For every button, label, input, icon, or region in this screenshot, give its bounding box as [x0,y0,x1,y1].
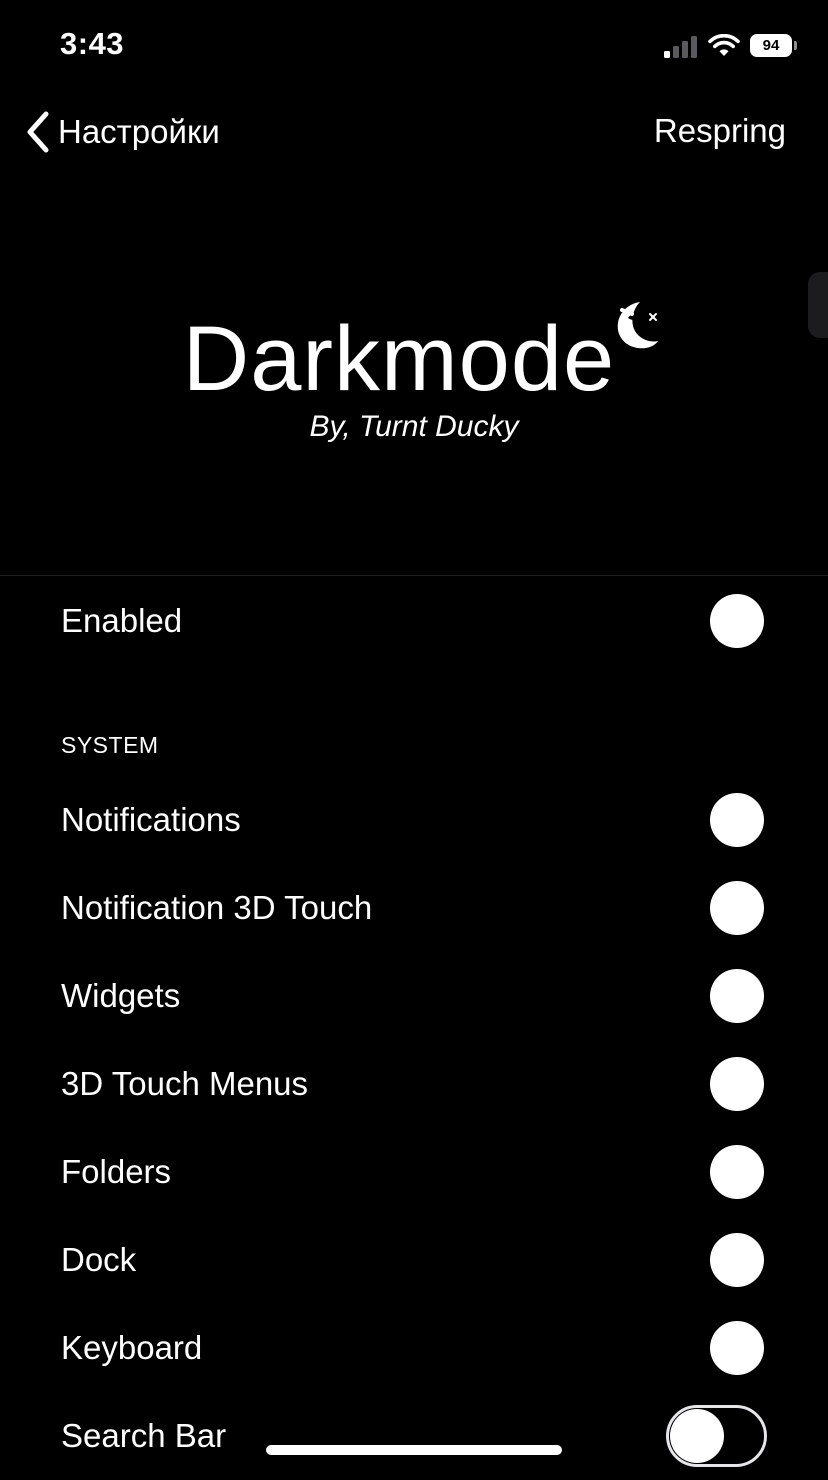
app-title: Darkmode [182,308,616,410]
back-button-label: Настройки [58,113,220,150]
settings-row-keyboard: Keyboard [0,1304,828,1392]
keyboard-toggle[interactable] [710,1321,764,1375]
settings-row-widgets: Widgets [0,952,828,1040]
header-logo: Darkmode By, Turnt Ducky [0,296,828,466]
chevron-left-icon [27,111,49,153]
settings-row-3d-touch-menus: 3D Touch Menus [0,1040,828,1128]
toggle-thumb [670,1409,724,1463]
respring-button[interactable]: Respring [654,112,786,150]
row-label: Dock [61,1241,137,1278]
row-label: Notifications [61,801,241,838]
battery-level: 94 [750,34,792,57]
status-bar: 3:43 94 [0,0,828,92]
row-label: Notification 3D Touch [61,889,373,926]
status-time: 3:43 [60,26,125,61]
settings-row-notifications: Notifications [0,776,828,864]
enabled-row: Enabled [0,577,828,665]
row-label: Keyboard [61,1329,203,1366]
3d-touch-menus-toggle[interactable] [710,1057,764,1111]
row-label: Folders [61,1153,172,1190]
widgets-toggle[interactable] [710,969,764,1023]
notifications-toggle[interactable] [710,793,764,847]
enabled-toggle[interactable] [710,594,764,648]
row-label: Widgets [61,977,181,1014]
settings-row-search-bar: Search Bar [0,1392,828,1480]
battery-tip [794,41,797,50]
moon-duck-icon [617,302,658,349]
row-label: 3D Touch Menus [61,1065,309,1102]
dock-toggle[interactable] [710,1233,764,1287]
enabled-label: Enabled [61,602,183,639]
folders-toggle[interactable] [710,1145,764,1199]
wifi-icon [708,34,740,56]
section-header-system: SYSTEM [61,732,159,758]
app-subtitle: By, Turnt Ducky [309,410,519,443]
battery-icon: 94 [750,34,797,57]
settings-row-dock: Dock [0,1216,828,1304]
search-bar-toggle[interactable] [666,1405,767,1467]
row-label: Search Bar [61,1417,227,1454]
back-button[interactable]: Настройки [22,108,220,156]
home-indicator[interactable] [266,1445,562,1455]
settings-row-notification-3d-touch: Notification 3D Touch [0,864,828,952]
header-divider [0,575,828,576]
notification-3d-touch-toggle[interactable] [710,881,764,935]
settings-row-folders: Folders [0,1128,828,1216]
signal-icon [664,36,697,58]
